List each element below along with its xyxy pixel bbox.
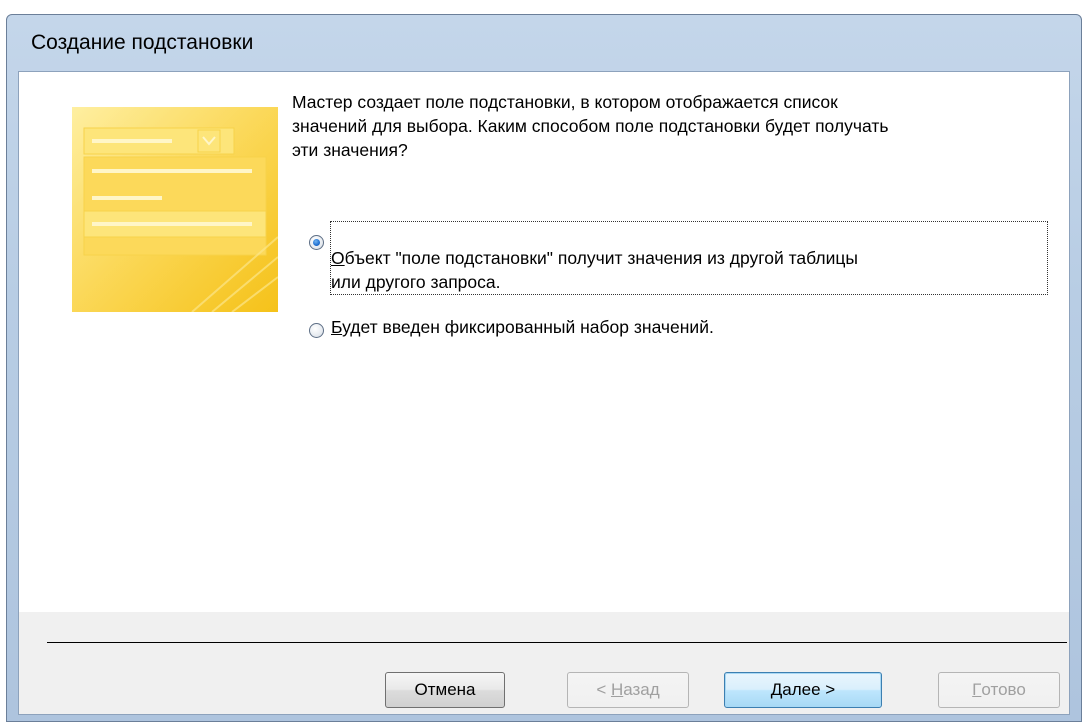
next-button[interactable]: Далее > [724, 672, 882, 708]
button-separator [47, 642, 1067, 643]
radio-fixed-values[interactable] [309, 323, 324, 338]
option-from-table-label: Объект "поле подстановки" получит значен… [330, 221, 1048, 295]
window-title: Создание подстановки [31, 31, 254, 54]
wizard-content: Мастер создает поле подстановки, в котор… [19, 72, 1069, 612]
combo-box-illustration-icon [72, 107, 279, 313]
finish-button[interactable]: Готово [938, 672, 1060, 708]
titlebar[interactable]: Создание подстановки [7, 15, 1081, 71]
wizard-description: Мастер создает поле подстановки, в котор… [292, 92, 889, 160]
wizard-client-area: Мастер создает поле подстановки, в котор… [18, 71, 1070, 715]
radio-from-table[interactable] [309, 235, 324, 250]
option-fixed-values-label: Будет введен фиксированный набор значени… [331, 317, 714, 337]
wizard-window: Создание подстановки Мастер создает поле… [6, 14, 1082, 722]
lookup-wizard-illustration [72, 107, 279, 313]
back-button[interactable]: < Назад [567, 672, 689, 708]
cancel-button[interactable]: Отмена [385, 672, 505, 708]
